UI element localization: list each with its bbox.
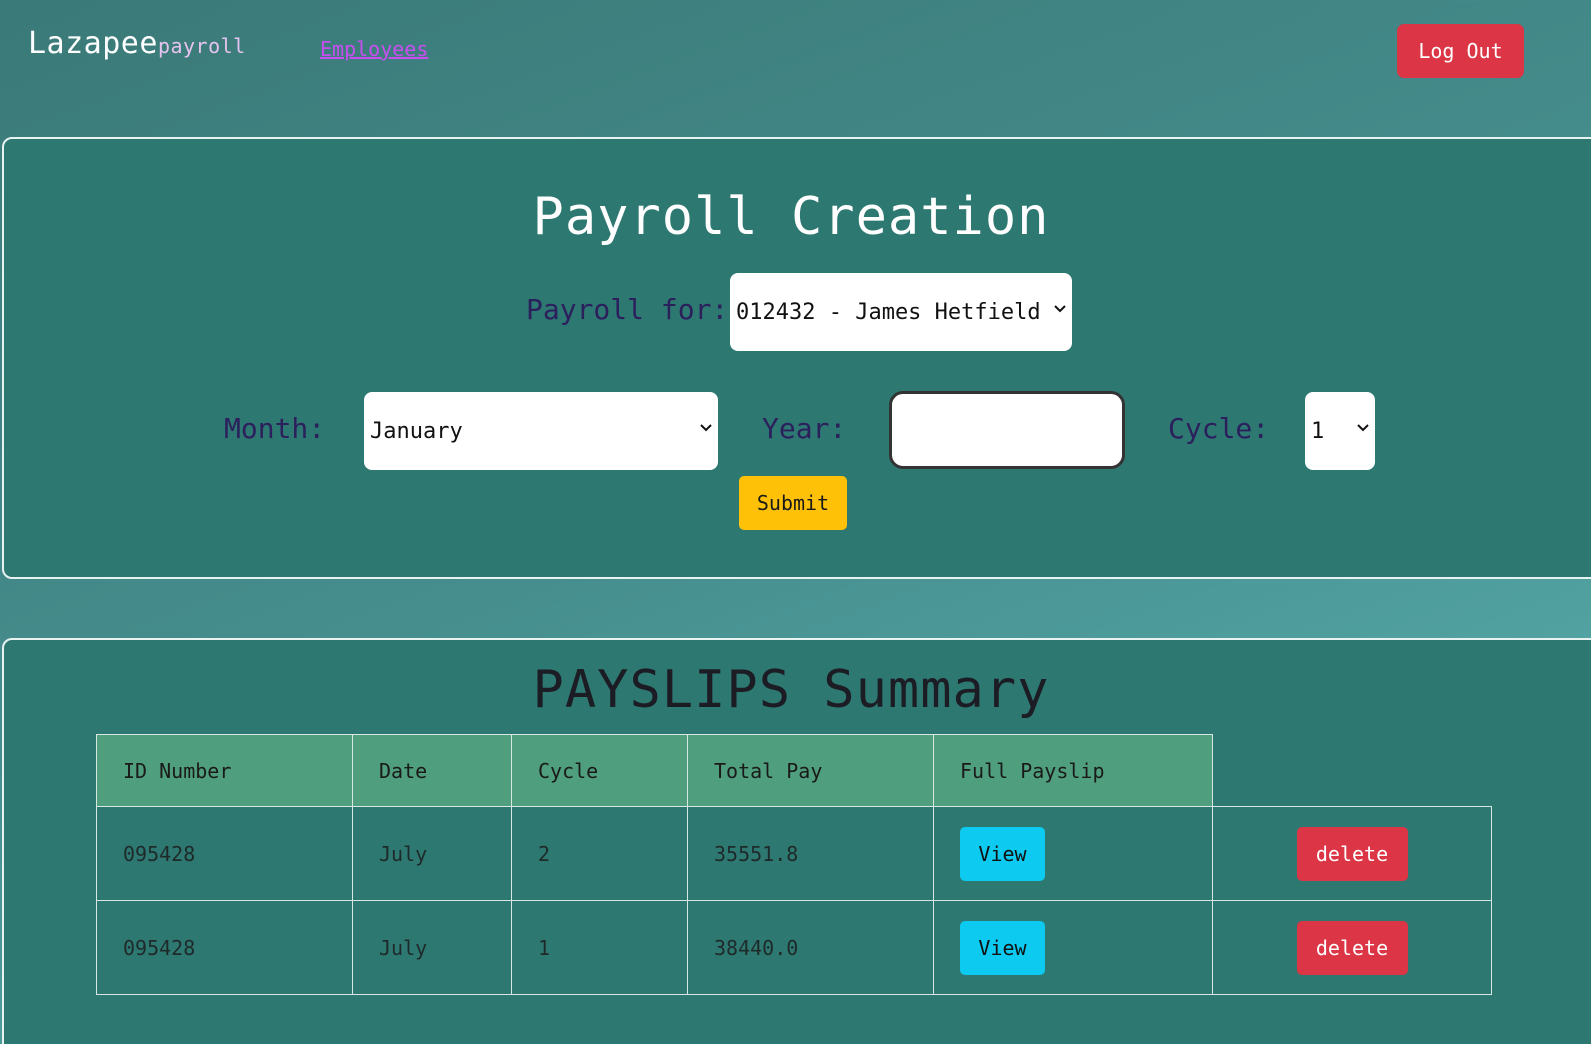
payslips-summary-card: PAYSLIPS Summary ID Number Date Cycle To… <box>2 638 1591 1044</box>
brand-name: Lazapee <box>28 26 158 61</box>
cell-date: July <box>352 900 512 995</box>
cycle-select[interactable]: 1 <box>1305 392 1375 470</box>
cell-cycle: 1 <box>511 900 688 995</box>
payroll-creation-title: Payroll Creation <box>532 187 1050 247</box>
view-button[interactable]: View <box>960 920 1045 975</box>
column-header-id: ID Number <box>96 734 353 807</box>
column-header-actions <box>1212 734 1492 807</box>
cell-id: 095428 <box>96 806 353 901</box>
cycle-label: Cycle: <box>1168 412 1270 445</box>
brand-subtitle: payroll <box>157 34 246 58</box>
view-button[interactable]: View <box>960 826 1045 881</box>
month-value: January <box>370 418 463 444</box>
cell-full-payslip: View <box>933 806 1213 901</box>
table-header-row: ID Number Date Cycle Total Pay Full Pays… <box>96 734 1492 807</box>
delete-button[interactable]: delete <box>1296 920 1408 975</box>
payroll-creation-card: Payroll Creation Payroll for: 012432 - J… <box>2 137 1591 579</box>
navbar: Lazapeepayroll Employees Log Out <box>0 0 1591 100</box>
chevron-down-icon <box>1357 423 1369 433</box>
payslips-table: ID Number Date Cycle Total Pay Full Pays… <box>96 734 1492 995</box>
column-header-total-pay: Total Pay <box>687 734 934 807</box>
payslips-summary-title: PAYSLIPS Summary <box>532 660 1050 720</box>
chevron-down-icon <box>1054 304 1066 314</box>
cell-date: July <box>352 806 512 901</box>
table-row: 095428 July 2 35551.8 View delete <box>96 806 1492 901</box>
chevron-down-icon <box>700 423 712 433</box>
payroll-for-value: 012432 - James Hetfield <box>736 299 1041 325</box>
cell-actions: delete <box>1212 806 1492 901</box>
cell-id: 095428 <box>96 900 353 995</box>
employees-link[interactable]: Employees <box>320 37 428 61</box>
payroll-for-select[interactable]: 012432 - James Hetfield <box>730 273 1072 351</box>
month-select[interactable]: January <box>364 392 718 470</box>
column-header-date: Date <box>352 734 512 807</box>
column-header-full-payslip: Full Payslip <box>933 734 1213 807</box>
delete-button[interactable]: delete <box>1296 826 1408 881</box>
cell-actions: delete <box>1212 900 1492 995</box>
cell-total-pay: 35551.8 <box>687 806 934 901</box>
submit-button[interactable]: Submit <box>739 476 847 530</box>
logout-button[interactable]: Log Out <box>1397 24 1524 78</box>
column-header-cycle: Cycle <box>511 734 688 807</box>
brand-logo[interactable]: Lazapeepayroll <box>28 26 246 61</box>
cell-full-payslip: View <box>933 900 1213 995</box>
table-row: 095428 July 1 38440.0 View delete <box>96 900 1492 995</box>
cell-total-pay: 38440.0 <box>687 900 934 995</box>
year-input[interactable] <box>889 391 1125 469</box>
payroll-for-label: Payroll for: <box>526 293 729 326</box>
month-label: Month: <box>224 412 326 445</box>
cell-cycle: 2 <box>511 806 688 901</box>
year-label: Year: <box>762 412 847 445</box>
cycle-value: 1 <box>1311 418 1325 444</box>
